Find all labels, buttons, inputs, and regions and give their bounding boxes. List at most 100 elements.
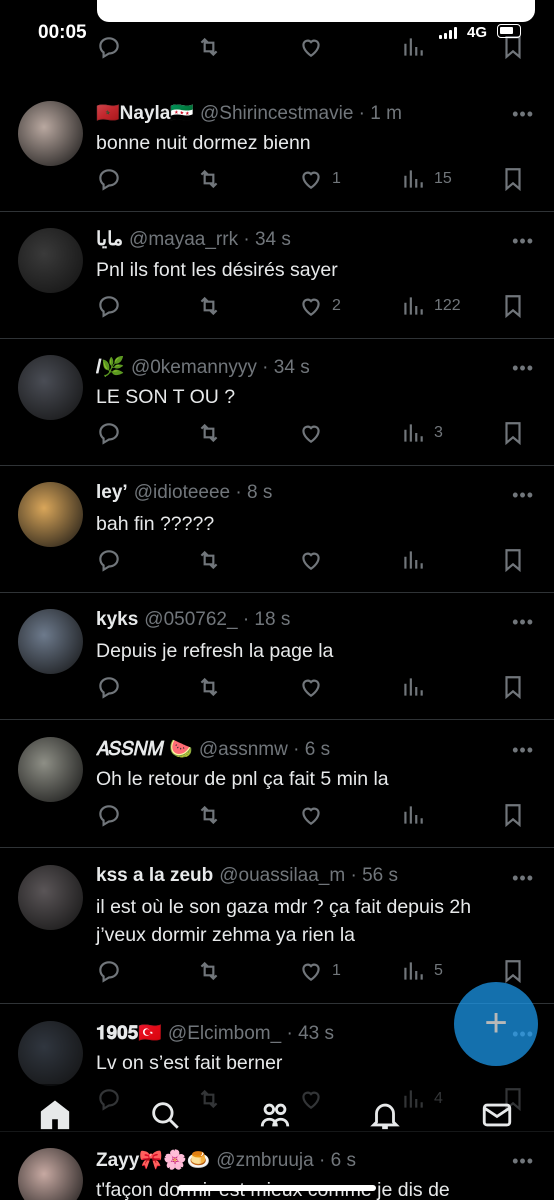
like-button[interactable] — [298, 800, 332, 830]
tweet-text: bah fin ????? — [96, 513, 215, 535]
tweet-header: 𝐴𝑆𝑆𝑁𝑀 🍉 @assnmw · 6 s — [96, 737, 494, 761]
views-icon — [404, 551, 423, 569]
like-button[interactable]: 1 — [298, 164, 341, 194]
display-name[interactable]: Zayy🎀🌸🍮 — [96, 1150, 210, 1171]
reply-button[interactable] — [96, 291, 122, 321]
more-icon[interactable]: ••• — [512, 868, 534, 889]
display-name[interactable]: 𝐴𝑆𝑆𝑁𝑀 🍉 — [96, 739, 193, 760]
tweet-actions — [96, 672, 526, 702]
more-icon[interactable]: ••• — [512, 231, 534, 252]
reply-button[interactable] — [96, 956, 122, 986]
heart-icon — [302, 425, 320, 443]
tweet-header: kyks @050762_ · 18 s — [96, 609, 494, 631]
like-button[interactable] — [298, 545, 332, 575]
views-button[interactable]: 3 — [400, 418, 443, 448]
tweet[interactable]: مايا @mayaa_rrk · 34 s ••• Pnl ils font l… — [0, 211, 554, 339]
retweet-button[interactable] — [196, 545, 222, 575]
avatar[interactable] — [18, 865, 83, 930]
tweet[interactable]: kss a la zeub @ouassilaa_m · 56 s ••• il … — [0, 848, 554, 1004]
avatar[interactable] — [18, 228, 83, 293]
reply-button[interactable] — [96, 545, 122, 575]
views-icon — [404, 962, 423, 980]
avatar[interactable] — [18, 737, 83, 802]
bookmark-button[interactable] — [500, 164, 526, 194]
tweet-text: LE SON T OU ? — [96, 386, 236, 408]
tweet-header: مايا @mayaa_rrk · 34 s — [96, 228, 494, 251]
nav-search[interactable] — [148, 1098, 184, 1134]
more-icon[interactable]: ••• — [512, 1151, 534, 1172]
views-button[interactable] — [400, 672, 434, 702]
tweet[interactable]: 𝐼🌿 @0kemannyyy · 34 s ••• LE SON T OU ? 3 — [0, 338, 554, 466]
reply-button[interactable] — [96, 800, 122, 830]
retweet-button[interactable] — [196, 291, 222, 321]
communities-icon — [260, 1103, 290, 1127]
heart-icon — [302, 807, 320, 825]
bookmark-button[interactable] — [500, 418, 526, 448]
tweet-header: Zayy🎀🌸🍮 @zmbruuja · 6 s — [96, 1148, 494, 1172]
views-button[interactable] — [400, 545, 434, 575]
avatar[interactable] — [18, 1148, 83, 1200]
tweet-text: Oh le retour de pnl ça fait 5 min la — [96, 768, 389, 790]
bookmark-button[interactable] — [500, 672, 526, 702]
tweet-text: Pnl ils font les désirés sayer — [96, 259, 338, 281]
more-icon[interactable]: ••• — [512, 485, 534, 506]
like-button[interactable] — [298, 418, 332, 448]
tweet[interactable]: 🇲🇦Nayla🇸🇾 @Shirincestmavie · 1 m ••• bonn… — [0, 84, 554, 212]
tweet[interactable]: 𝐴𝑆𝑆𝑁𝑀 🍉 @assnmw · 6 s ••• Oh le retour de… — [0, 720, 554, 848]
display-name[interactable]: 𝐼🌿 — [96, 357, 125, 378]
like-count: 2 — [332, 297, 341, 314]
bookmark-button[interactable] — [500, 291, 526, 321]
retweet-button[interactable] — [196, 164, 222, 194]
avatar[interactable] — [18, 1021, 83, 1086]
views-button[interactable]: 15 — [400, 164, 452, 194]
retweet-button[interactable] — [196, 672, 222, 702]
like-button[interactable]: 2 — [298, 291, 341, 321]
tweet-header: 🇲🇦Nayla🇸🇾 @Shirincestmavie · 1 m — [96, 101, 494, 125]
reply-icon — [99, 423, 119, 445]
handle-time: @Elcimbom_ · 43 s — [167, 1023, 334, 1044]
avatar[interactable] — [18, 609, 83, 674]
views-button[interactable] — [400, 800, 434, 830]
nav-notifications[interactable] — [368, 1098, 404, 1134]
tweet[interactable]: ley’ @idioteeee · 8 s ••• bah fin ????? — [0, 465, 554, 593]
retweet-button[interactable] — [196, 956, 222, 986]
avatar[interactable] — [18, 482, 83, 547]
like-button[interactable] — [298, 672, 332, 702]
bookmark-button[interactable] — [500, 956, 526, 986]
more-icon[interactable]: ••• — [512, 104, 534, 125]
compose-button[interactable]: + — [454, 982, 538, 1066]
tweet[interactable]: kyks @050762_ · 18 s ••• Depuis je refres… — [0, 592, 554, 720]
display-name[interactable]: ley’ — [96, 482, 128, 503]
more-icon[interactable]: ••• — [512, 740, 534, 761]
more-icon[interactable]: ••• — [512, 612, 534, 633]
nav-communities[interactable] — [258, 1098, 294, 1134]
like-button[interactable]: 1 — [298, 956, 341, 986]
display-name[interactable]: مايا — [96, 229, 123, 250]
display-name[interactable]: kyks — [96, 609, 138, 630]
reply-icon — [99, 961, 119, 983]
reply-icon — [99, 296, 119, 318]
reply-button[interactable] — [96, 418, 122, 448]
tweet-actions: 1 5 — [96, 956, 526, 986]
retweet-button[interactable] — [196, 800, 222, 830]
nav-home[interactable] — [38, 1098, 74, 1134]
display-name[interactable]: 𝟏𝟗𝟎𝟓🇹🇷 — [96, 1023, 162, 1044]
views-button[interactable]: 5 — [400, 956, 443, 986]
avatar[interactable] — [18, 355, 83, 420]
reply-button[interactable] — [96, 672, 122, 702]
tweet-header: 𝟏𝟗𝟎𝟓🇹🇷 @Elcimbom_ · 43 s — [96, 1021, 494, 1045]
display-name[interactable]: kss a la zeub — [96, 865, 213, 886]
status-time: 00:05 — [38, 22, 87, 43]
nav-messages[interactable] — [480, 1098, 516, 1134]
bookmark-button[interactable] — [500, 800, 526, 830]
handle-time: @0kemannyyy · 34 s — [130, 357, 310, 378]
bookmark-button[interactable] — [500, 545, 526, 575]
reply-button[interactable] — [96, 164, 122, 194]
views-button[interactable]: 122 — [400, 291, 461, 321]
more-icon[interactable]: ••• — [512, 358, 534, 379]
display-name[interactable]: 🇲🇦Nayla🇸🇾 — [96, 103, 194, 124]
like-count: 1 — [332, 962, 341, 979]
avatar[interactable] — [18, 101, 83, 166]
network-label: 4G — [467, 24, 488, 41]
retweet-button[interactable] — [196, 418, 222, 448]
